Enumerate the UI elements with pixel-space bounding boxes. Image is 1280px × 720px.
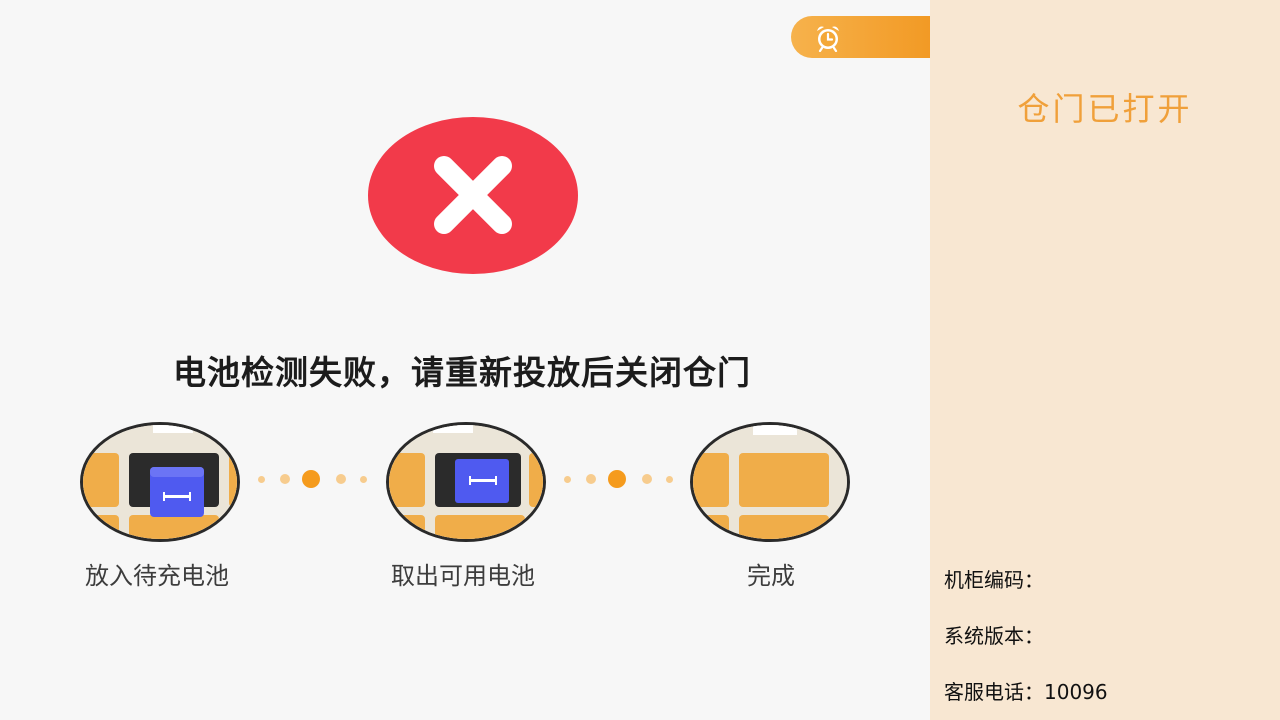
alarm-clock-icon (817, 26, 839, 52)
step-label-done: 完成 (747, 562, 795, 590)
done-illustration (690, 422, 850, 542)
progress-dots (254, 469, 374, 489)
step-label-remove: 取出可用电池 (391, 562, 535, 590)
door-status-title: 仓门已打开 (1017, 90, 1193, 128)
side-panel: 仓门已打开 机柜编码： 系统版本： 客服电话：10096 (930, 0, 1280, 720)
step-done (690, 422, 850, 542)
error-message: 电池检测失败，请重新投放后关闭仓门 (173, 353, 751, 392)
step-insert-battery (80, 422, 240, 542)
step-remove-battery (386, 422, 546, 542)
service-phone-label: 客服电话：10096 (944, 680, 1108, 704)
remove-battery-illustration (386, 422, 546, 542)
cabinet-code-label: 机柜编码： (944, 568, 1044, 592)
countdown-timer (791, 16, 930, 58)
main-panel: 电池检测失败，请重新投放后关闭仓门 放入待充电池 取出可用电池 完成 (0, 0, 930, 720)
error-x-icon (368, 117, 578, 274)
step-label-insert: 放入待充电池 (85, 562, 229, 590)
insert-battery-illustration (80, 422, 240, 542)
progress-dots (560, 469, 680, 489)
system-version-label: 系统版本： (944, 624, 1044, 648)
